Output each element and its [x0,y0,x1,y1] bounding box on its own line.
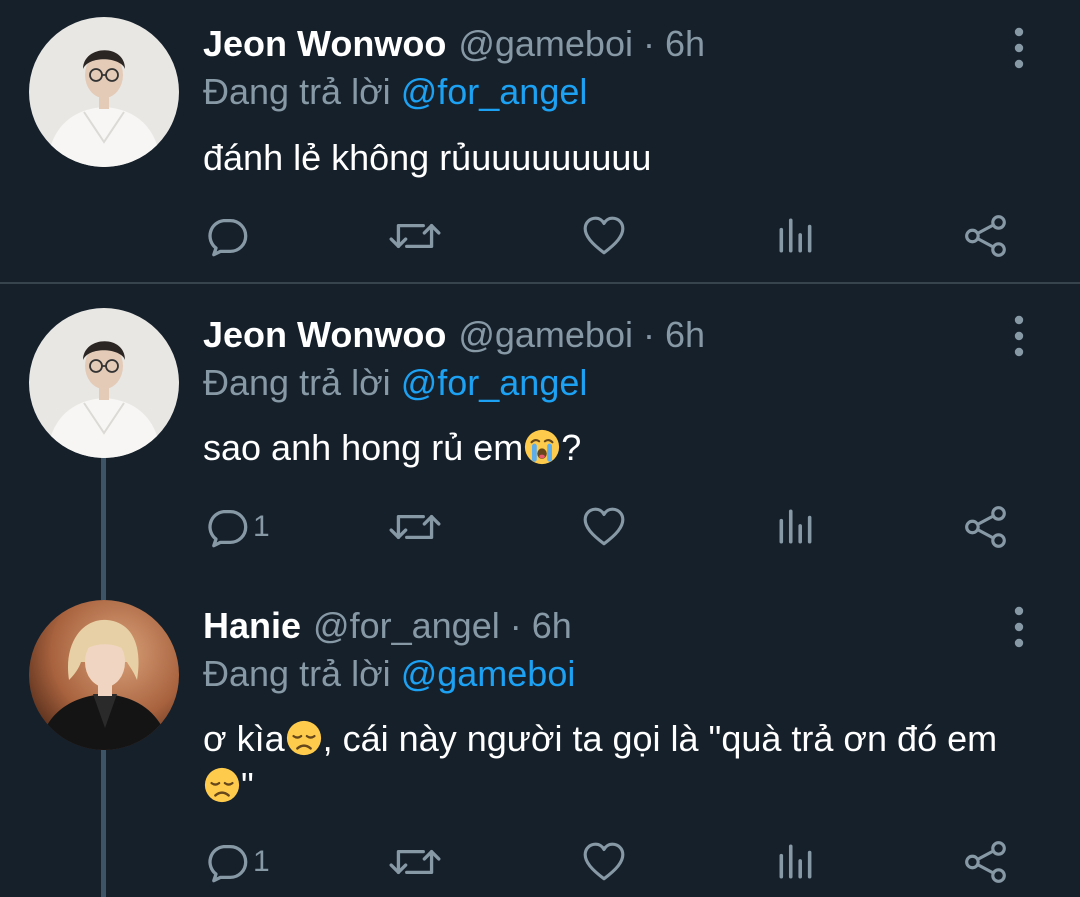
share-button[interactable] [963,211,1009,261]
like-button[interactable] [581,502,627,552]
tweet-actions: 1 [203,837,1023,887]
tweet-text-part: " [241,765,254,806]
analytics-icon [775,840,817,884]
tweet-text-part: , cái này người ta gọi là "quà trả ơn đó… [322,718,998,759]
share-button[interactable] [963,837,1009,887]
tweet-header: Jeon Wonwoo @gameboi · 6h [203,19,705,69]
more-vertical-icon[interactable] [1004,605,1034,649]
reply-icon [205,214,249,258]
more-vertical-icon[interactable] [1004,314,1034,358]
author-handle[interactable]: @gameboi [458,314,633,355]
author-handle[interactable]: @gameboi [458,23,633,64]
reply-count: 1 [253,845,270,878]
tweet[interactable]: Jeon Wonwoo @gameboi · 6h Đang trả lời @f… [0,284,1080,584]
author-name[interactable]: Hanie [203,605,301,646]
reply-count: 1 [253,510,270,543]
retweet-icon [386,840,444,884]
retweet-button[interactable] [386,502,444,552]
analytics-icon [775,505,817,549]
share-button[interactable] [963,502,1009,552]
replying-to-line: Đang trả lời @for_angel [203,358,587,408]
heart-icon [581,505,627,549]
disappointed-face-emoji [285,719,323,757]
reply-button[interactable]: 1 [205,502,270,552]
tweet-actions [203,211,1023,261]
thread-connector [101,456,106,584]
replying-to-mention[interactable]: @gameboi [401,653,576,694]
tweet-header: Jeon Wonwoo @gameboi · 6h [203,310,705,360]
tweet-header: Hanie @for_angel · 6h [203,601,572,651]
tweet[interactable]: Jeon Wonwoo @gameboi · 6h Đang trả lời @f… [0,0,1080,282]
avatar-hanie[interactable] [29,600,179,750]
like-button[interactable] [581,837,627,887]
replying-to-line: Đang trả lời @gameboi [203,649,575,699]
replying-to-mention[interactable]: @for_angel [401,71,588,112]
tweet-text: ơ kìa , cái này người ta gọi là "quà trả … [203,715,1023,809]
replying-to-label: Đang trả lời [203,653,391,694]
tweet-time[interactable]: 6h [665,23,705,64]
replying-to-label: Đang trả lời [203,71,391,112]
reply-button[interactable] [205,211,253,261]
replying-to-label: Đang trả lời [203,362,391,403]
retweet-icon [386,505,444,549]
replying-to-mention[interactable]: @for_angel [401,362,588,403]
tweet-text-part: ? [561,427,582,468]
tweet-text-part: sao anh hong rủ em [203,427,524,468]
crying-face-emoji [523,428,561,466]
author-name[interactable]: Jeon Wonwoo [203,23,446,64]
thread-connector [101,750,106,897]
tweet-text: sao anh hong rủ em? [203,424,1023,471]
tweet-text-part: ơ kìa [203,718,285,759]
header-separator: · [642,23,655,64]
thread-connector [101,584,106,600]
heart-icon [581,840,627,884]
tweet-text: đánh lẻ không rủuuuuuuuuu [203,134,1023,181]
tweet-text-part: đánh lẻ không rủuuuuuuuuu [203,137,652,178]
tweet-time[interactable]: 6h [665,314,705,355]
tweet[interactable]: Hanie @for_angel · 6h Đang trả lời @gameb… [0,584,1080,897]
like-button[interactable] [581,211,627,261]
heart-icon [581,214,627,258]
analytics-button[interactable] [775,502,817,552]
share-icon [963,213,1009,259]
retweet-button[interactable] [386,837,444,887]
tweet-time[interactable]: 6h [532,605,572,646]
tweet-actions: 1 [203,502,1023,552]
header-separator: · [642,314,655,355]
analytics-icon [775,214,817,258]
author-name[interactable]: Jeon Wonwoo [203,314,446,355]
retweet-button[interactable] [386,211,444,261]
analytics-button[interactable] [775,837,817,887]
share-icon [963,504,1009,550]
analytics-button[interactable] [775,211,817,261]
header-separator: · [509,605,522,646]
reply-icon [205,505,249,549]
avatar-jeon-wonwoo[interactable] [29,308,179,458]
share-icon [963,839,1009,885]
disappointed-face-emoji [203,766,241,804]
more-vertical-icon[interactable] [1004,26,1034,70]
avatar-jeon-wonwoo[interactable] [29,17,179,167]
reply-button[interactable]: 1 [205,837,270,887]
retweet-icon [386,214,444,258]
author-handle[interactable]: @for_angel [313,605,500,646]
replying-to-line: Đang trả lời @for_angel [203,67,587,117]
reply-icon [205,840,249,884]
